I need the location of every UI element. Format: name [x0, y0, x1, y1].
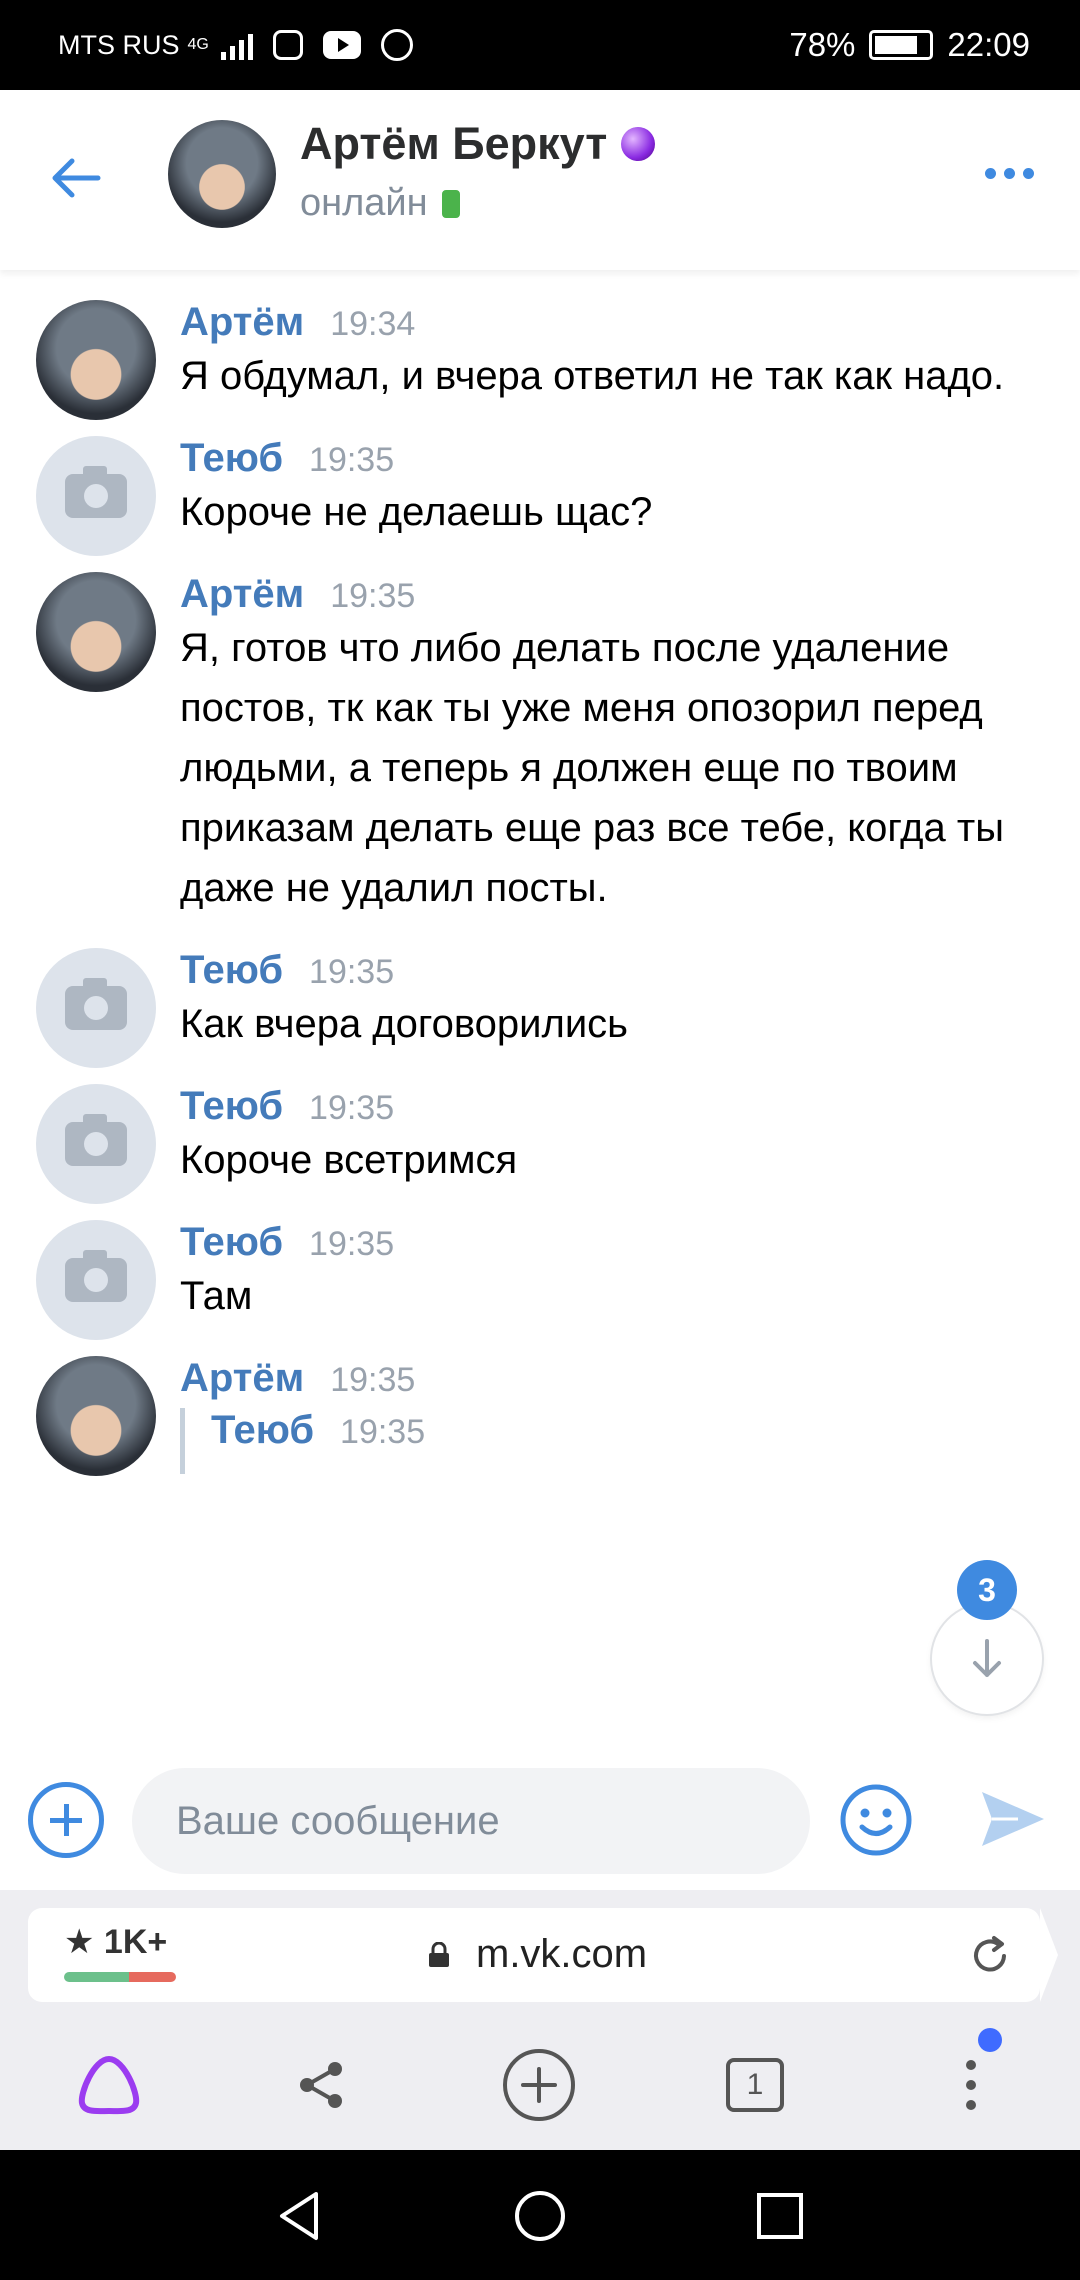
message-text: Там	[180, 1274, 253, 1318]
message-author[interactable]: Теюб	[180, 948, 283, 993]
instagram-icon	[272, 30, 303, 60]
home-circle-icon[interactable]	[510, 2186, 570, 2246]
new-tab-icon[interactable]	[494, 2040, 584, 2130]
message-author[interactable]: Артём	[180, 572, 304, 617]
tabs-icon[interactable]: 1	[710, 2040, 800, 2130]
rating-bar	[64, 1972, 176, 1982]
message-time: 19:35	[309, 441, 395, 479]
message-time: 19:35	[309, 1089, 395, 1127]
more-options-icon[interactable]	[985, 168, 1034, 179]
message-author[interactable]: Теюб	[180, 1220, 283, 1265]
back-triangle-icon[interactable]	[270, 2186, 330, 2246]
camera-placeholder-icon	[65, 466, 127, 518]
message-time: 19:35	[309, 953, 395, 991]
message-composer	[0, 1750, 1080, 1890]
send-icon[interactable]	[978, 1784, 1048, 1854]
message-item[interactable]: Артём 19:35 Теюб 19:35	[0, 1326, 1080, 1476]
message-input[interactable]	[132, 1768, 810, 1874]
message-time: 19:35	[330, 577, 416, 615]
message-item[interactable]: Артём 19:34 Я обдумал, и вчера ответил н…	[0, 270, 1080, 420]
share-icon[interactable]	[276, 2040, 366, 2130]
back-arrow-icon[interactable]	[46, 148, 106, 208]
forwarded-quote[interactable]: Теюб 19:35	[180, 1408, 1080, 1474]
message-text: Короче всетримся	[180, 1138, 518, 1182]
signal-icon	[220, 30, 253, 60]
avatar[interactable]	[36, 1084, 156, 1204]
quote-time: 19:35	[340, 1413, 426, 1451]
message-item[interactable]: Теюб 19:35 Как вчера договорились	[0, 918, 1080, 1068]
lock-icon	[429, 1942, 449, 1967]
avatar[interactable]	[168, 120, 276, 228]
camera-placeholder-icon	[65, 1250, 127, 1302]
site-rating[interactable]: ★ 1K+	[64, 1922, 167, 1962]
message-time: 19:35	[309, 1225, 395, 1263]
system-navigation-bar	[0, 2150, 1080, 2280]
message-author[interactable]: Артём	[180, 1356, 304, 1401]
status-bar: MTS RUS 4G 78% 22:09	[0, 0, 1080, 90]
message-item[interactable]: Теюб 19:35 Короче не делаешь щас?	[0, 406, 1080, 556]
camera-placeholder-icon	[65, 978, 127, 1030]
message-item[interactable]: Артём 19:35 Я, готов что либо делать пос…	[0, 542, 1080, 918]
attach-plus-button[interactable]	[28, 1782, 104, 1858]
online-status: онлайн	[300, 182, 460, 225]
message-text: Как вчера договорились	[180, 1002, 629, 1046]
chat-header: Артём Беркут онлайн	[0, 90, 1080, 270]
whatsapp-icon	[380, 29, 413, 61]
message-text: Я, готов что либо делать после удаление …	[180, 626, 1004, 910]
message-list[interactable]: Артём 19:34 Я обдумал, и вчера ответил н…	[0, 270, 1080, 1750]
reload-icon[interactable]	[968, 1934, 1012, 1978]
avatar[interactable]	[36, 300, 156, 420]
avatar[interactable]	[36, 572, 156, 692]
battery-percent: 78%	[789, 26, 856, 63]
message-text: Короче не делаешь щас?	[180, 490, 653, 534]
avatar[interactable]	[36, 436, 156, 556]
message-text: Я обдумал, и вчера ответил не так как на…	[180, 354, 1005, 398]
message-author[interactable]: Артём	[180, 300, 304, 345]
unread-count-badge[interactable]: 3	[957, 1560, 1017, 1620]
browser-menu-icon[interactable]	[926, 2040, 1016, 2130]
address-bar[interactable]: ★ 1K+ m.vk.com	[28, 1908, 1058, 2002]
message-author[interactable]: Теюб	[180, 1084, 283, 1129]
carrier-label: MTS RUS	[58, 29, 180, 60]
mobile-online-icon	[441, 189, 460, 218]
message-item[interactable]: Теюб 19:35 Там	[0, 1190, 1080, 1340]
youtube-icon	[322, 31, 361, 59]
recents-square-icon[interactable]	[750, 2186, 810, 2246]
browser-toolbar: ★ 1K+ m.vk.com 1	[0, 1890, 1080, 2150]
avatar[interactable]	[36, 1356, 156, 1476]
tabs-count: 1	[726, 2058, 784, 2112]
avatar[interactable]	[36, 948, 156, 1068]
battery-icon	[869, 30, 934, 60]
alice-assistant-icon[interactable]	[64, 2040, 154, 2130]
camera-placeholder-icon	[65, 1114, 127, 1166]
network-type: 4G	[187, 36, 209, 53]
avatar[interactable]	[36, 1220, 156, 1340]
emoji-icon[interactable]	[838, 1782, 914, 1858]
contact-name: Артём Беркут	[300, 118, 608, 169]
scroll-to-bottom-button[interactable]	[932, 1604, 1042, 1714]
arrow-down-icon	[973, 1639, 1001, 1677]
crystal-ball-icon	[621, 127, 656, 161]
status-text: онлайн	[300, 182, 428, 224]
contact-name-row[interactable]: Артём Беркут	[300, 118, 656, 170]
message-time: 19:35	[330, 1361, 416, 1399]
url-domain[interactable]: m.vk.com	[476, 1932, 647, 1977]
quote-author[interactable]: Теюб	[211, 1408, 314, 1453]
message-time: 19:34	[330, 305, 416, 343]
message-author[interactable]: Теюб	[180, 436, 283, 481]
notification-dot	[978, 2028, 1002, 2052]
clock: 22:09	[947, 26, 1030, 63]
browser-nav: 1	[0, 2020, 1080, 2150]
message-item[interactable]: Теюб 19:35 Короче всетримся	[0, 1054, 1080, 1204]
